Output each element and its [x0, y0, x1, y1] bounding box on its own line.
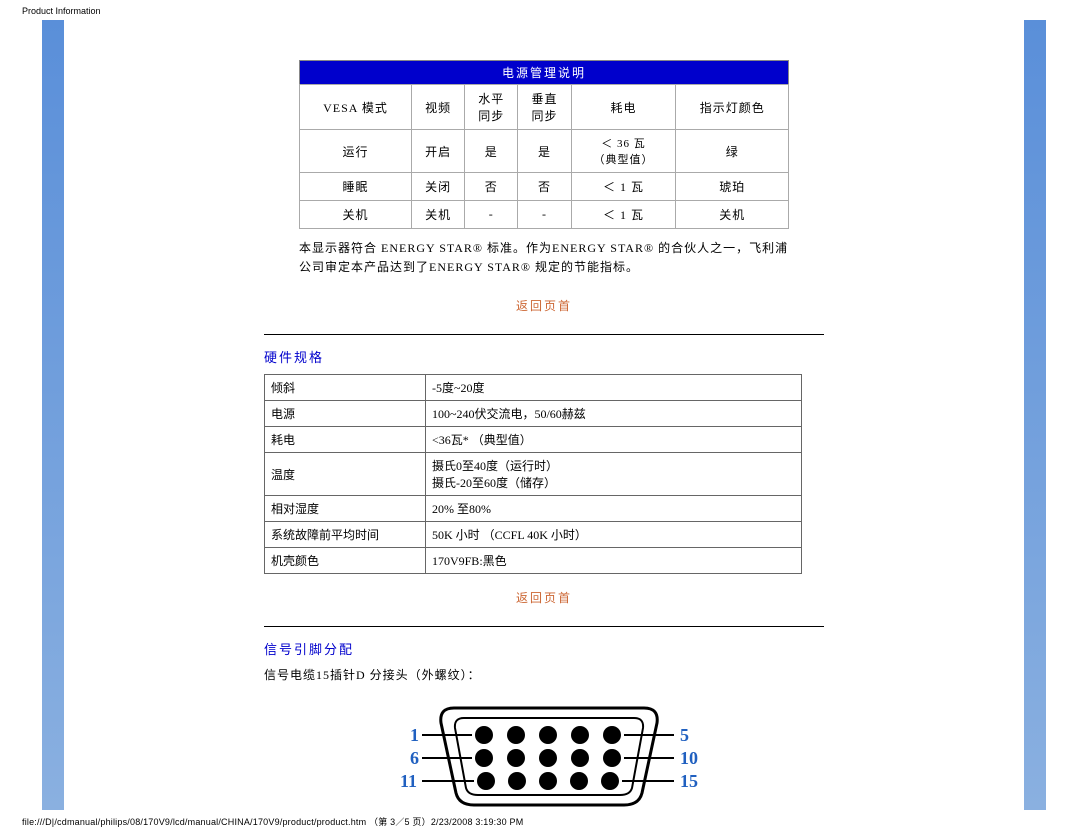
pin-label-1: 1: [410, 725, 419, 745]
hw-row-3: 温度摄氏0至40度（运行时） 摄氏-20至60度（储存）: [265, 453, 802, 496]
power-th-3: 垂直 同步: [518, 85, 571, 130]
hw-row-4: 相对湿度20% 至80%: [265, 496, 802, 522]
power-th-4: 耗电: [571, 85, 676, 130]
hw-row-2: 耗电<36瓦* （典型值）: [265, 427, 802, 453]
hw-spec-table: 倾斜-5度~20度 电源100~240伏交流电，50/60赫兹 耗电<36瓦* …: [264, 374, 802, 574]
pin-label-11: 11: [400, 771, 417, 791]
power-th-0: VESA 模式: [300, 85, 412, 130]
section-divider: [264, 334, 824, 335]
hw-row-5: 系统故障前平均时间50K 小时 （CCFL 40K 小时）: [265, 522, 802, 548]
power-table-header-row: VESA 模式 视频 水平 同步 垂直 同步 耗电 指示灯颜色: [300, 85, 789, 130]
power-th-2: 水平 同步: [465, 85, 518, 130]
power-mgmt-table: 电源管理说明 VESA 模式 视频 水平 同步 垂直 同步 耗电 指示灯颜色 运…: [299, 60, 789, 229]
power-table-title: 电源管理说明: [300, 61, 789, 85]
hw-row-1: 电源100~240伏交流电，50/60赫兹: [265, 401, 802, 427]
content-area: 电源管理说明 VESA 模式 视频 水平 同步 垂直 同步 耗电 指示灯颜色 运…: [64, 20, 1024, 810]
pin-label-6: 6: [410, 748, 419, 768]
power-th-5: 指示灯颜色: [676, 85, 789, 130]
power-row-2: 关机 关机 - - ＜ 1 瓦 关机: [300, 201, 789, 229]
section-divider-2: [264, 626, 824, 627]
power-th-1: 视频: [411, 85, 464, 130]
energystar-note: 本显示器符合 ENERGY STAR® 标准。作为ENERGY STAR® 的合…: [299, 239, 789, 277]
hw-row-0: 倾斜-5度~20度: [265, 375, 802, 401]
back-to-top-link-2[interactable]: 返回页首: [516, 591, 572, 605]
hw-row-6: 机壳颜色170V9FB:黑色: [265, 548, 802, 574]
hw-spec-title: 硬件规格: [264, 347, 824, 366]
dsub-connector-diagram: 1 6 11 5 10 15: [264, 693, 824, 810]
power-row-0: 运行 开启 是 是 ＜ 36 瓦 （典型值） 绿: [300, 130, 789, 173]
back-to-top-link[interactable]: 返回页首: [516, 299, 572, 313]
pin-label-10: 10: [680, 748, 698, 768]
side-bar-left: [42, 20, 64, 810]
page-footer: file:///D|/cdmanual/philips/08/170V9/lcd…: [22, 815, 523, 828]
side-bar-right: [1024, 20, 1046, 810]
pin-label-15: 15: [680, 771, 698, 791]
pin-desc: 信号电缆15插针D 分接头（外螺纹）：: [264, 666, 824, 683]
pin-label-5: 5: [680, 725, 689, 745]
power-row-1: 睡眠 关闭 否 否 ＜ 1 瓦 琥珀: [300, 173, 789, 201]
pin-assign-title: 信号引脚分配: [264, 639, 824, 658]
page-header: Product Information: [22, 6, 101, 16]
